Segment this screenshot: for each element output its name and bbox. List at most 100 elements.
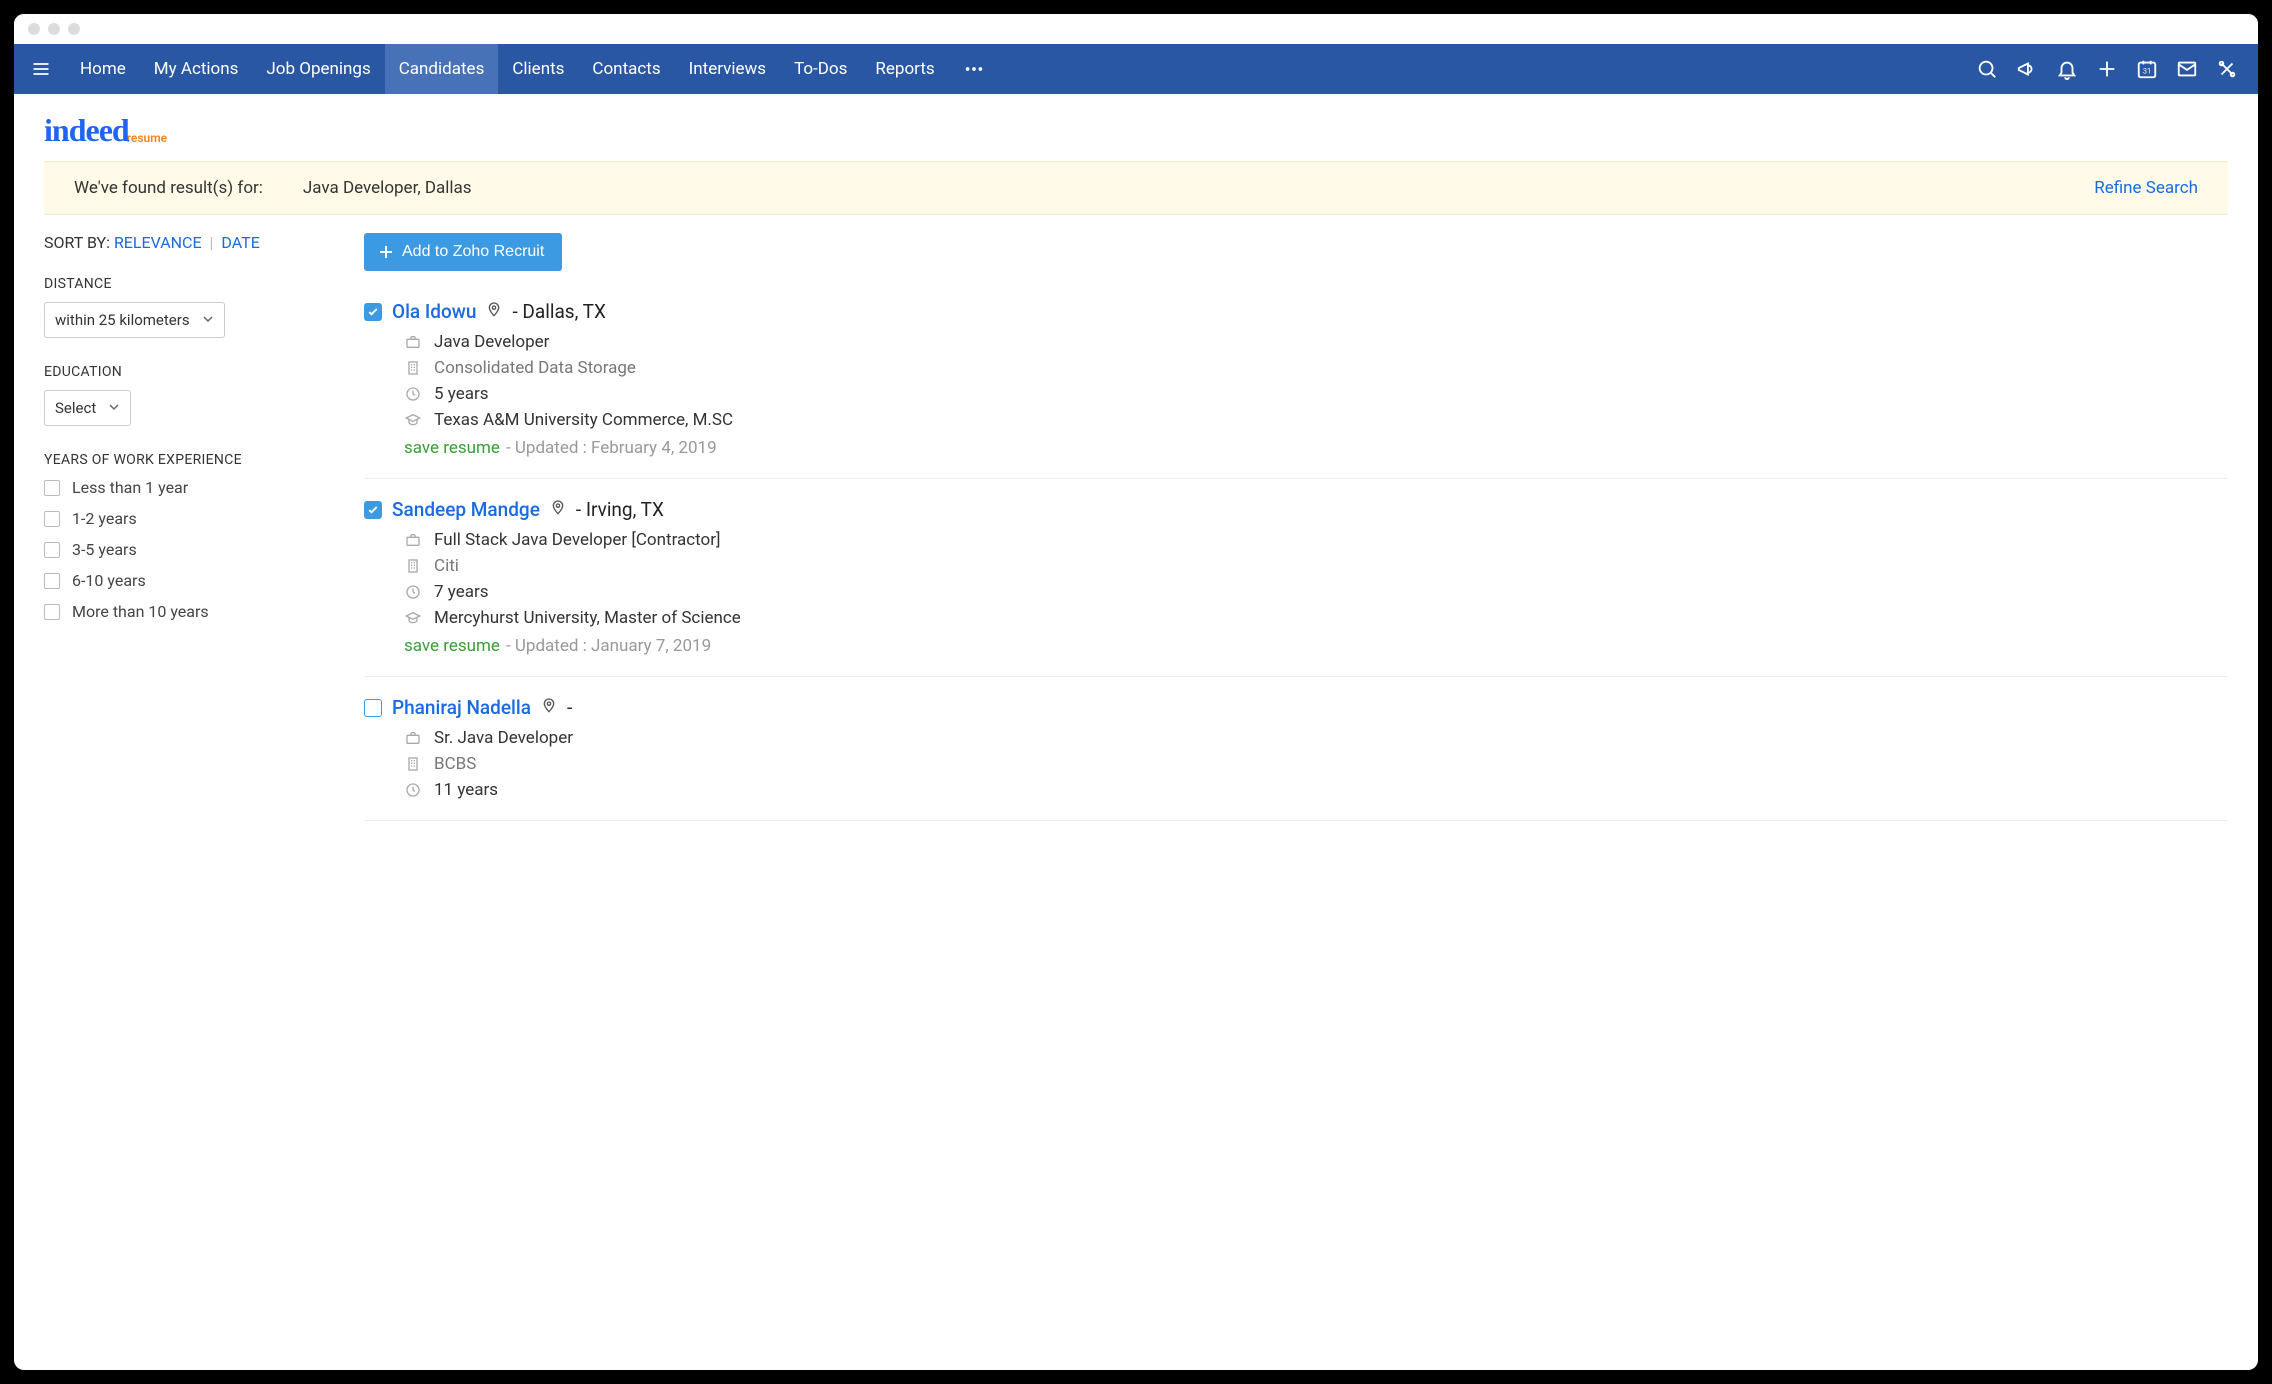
filter-experience: YEARS OF WORK EXPERIENCE Less than 1 yea… (44, 452, 334, 621)
filter-experience-label: YEARS OF WORK EXPERIENCE (44, 452, 334, 468)
candidate-company: Citi (434, 556, 459, 576)
checkbox-icon (44, 480, 60, 496)
sort-separator: | (210, 233, 214, 252)
nav-item-my-actions[interactable]: My Actions (140, 44, 253, 94)
education-select[interactable]: Select (44, 390, 131, 426)
experience-option-label: 1-2 years (72, 509, 137, 528)
nav-item-interviews[interactable]: Interviews (675, 44, 780, 94)
nav-item-contacts[interactable]: Contacts (578, 44, 674, 94)
candidate-company: BCBS (434, 754, 476, 774)
clock-icon (404, 386, 422, 402)
candidate-location: - (567, 696, 572, 719)
plus-icon[interactable] (2096, 58, 2118, 80)
checkbox-icon (44, 604, 60, 620)
candidate-title: Sr. Java Developer (434, 728, 573, 748)
experience-option[interactable]: More than 10 years (44, 602, 334, 621)
nav-right-icons: 31 (1976, 58, 2248, 80)
nav-more-icon[interactable] (949, 58, 999, 80)
candidate-checkbox[interactable] (364, 501, 382, 519)
candidate-checkbox[interactable] (364, 699, 382, 717)
candidate-checkbox[interactable] (364, 303, 382, 321)
location-pin-icon (550, 497, 566, 522)
candidate-name-link[interactable]: Ola Idowu (392, 300, 476, 323)
mail-icon[interactable] (2176, 58, 2198, 80)
filter-education: EDUCATION Select (44, 364, 334, 426)
candidate-experience: 7 years (434, 582, 489, 602)
education-select-value: Select (55, 399, 96, 417)
nav-item-candidates[interactable]: Candidates (385, 44, 499, 94)
experience-option-label: Less than 1 year (72, 478, 188, 497)
distance-select-value: within 25 kilometers (55, 311, 190, 329)
candidate-location: - Irving, TX (576, 498, 664, 521)
indeed-logo-text: indeed (44, 112, 129, 149)
nav-item-clients[interactable]: Clients (498, 44, 578, 94)
add-to-zoho-button[interactable]: Add to Zoho Recruit (364, 233, 562, 271)
nav-item-home[interactable]: Home (66, 44, 140, 94)
results-query: Java Developer, Dallas (303, 178, 472, 198)
candidate-card: Sandeep Mandge - Irving, TX Full Stack Jav… (364, 479, 2228, 677)
experience-option[interactable]: 6-10 years (44, 571, 334, 590)
save-resume-link[interactable]: save resume (404, 636, 500, 656)
candidate-card: Phaniraj Nadella-Sr. Java DeveloperBCBS1… (364, 677, 2228, 821)
location-pin-icon (541, 695, 557, 720)
refine-search-link[interactable]: Refine Search (2094, 178, 2198, 198)
nav-item-job-openings[interactable]: Job Openings (252, 44, 384, 94)
save-resume-link[interactable]: save resume (404, 438, 500, 458)
window-close-dot[interactable] (28, 23, 40, 35)
graduation-icon (404, 412, 422, 428)
distance-select[interactable]: within 25 kilometers (44, 302, 225, 338)
window-minimize-dot[interactable] (48, 23, 60, 35)
candidate-list: Ola Idowu - Dallas, TX Java Developer Conso… (364, 293, 2228, 821)
briefcase-icon (404, 730, 422, 746)
experience-option-label: 6-10 years (72, 571, 146, 590)
sort-label: SORT BY: (44, 233, 110, 252)
briefcase-icon (404, 532, 422, 548)
building-icon (404, 360, 422, 376)
filters-sidebar: SORT BY: RELEVANCE | DATE DISTANCE withi… (44, 233, 334, 647)
search-icon[interactable] (1976, 58, 1998, 80)
location-pin-icon (486, 299, 502, 324)
results-main: Add to Zoho Recruit Ola Idowu - Dallas, T… (364, 233, 2228, 821)
briefcase-icon (404, 334, 422, 350)
tools-icon[interactable] (2216, 58, 2238, 80)
svg-text:31: 31 (2143, 67, 2151, 76)
window-titlebar (14, 14, 2258, 44)
nav-item-reports[interactable]: Reports (861, 44, 948, 94)
window-zoom-dot[interactable] (68, 23, 80, 35)
candidate-company: Consolidated Data Storage (434, 358, 636, 378)
announce-icon[interactable] (2016, 58, 2038, 80)
experience-option[interactable]: 1-2 years (44, 509, 334, 528)
sort-relevance-link[interactable]: RELEVANCE (114, 233, 202, 252)
candidate-education: Mercyhurst University, Master of Science (434, 608, 741, 628)
menu-icon[interactable] (24, 52, 58, 86)
bell-icon[interactable] (2056, 58, 2078, 80)
calendar-icon[interactable]: 31 (2136, 58, 2158, 80)
checkbox-icon (44, 511, 60, 527)
plus-icon (378, 244, 394, 260)
clock-icon (404, 584, 422, 600)
logo-row: indeed resume (14, 94, 2258, 161)
experience-option-label: 3-5 years (72, 540, 137, 559)
candidate-name-link[interactable]: Sandeep Mandge (392, 498, 540, 521)
candidate-card: Ola Idowu - Dallas, TX Java Developer Conso… (364, 293, 2228, 479)
filter-distance-label: DISTANCE (44, 276, 334, 292)
building-icon (404, 756, 422, 772)
candidate-experience: 5 years (434, 384, 489, 404)
filter-education-label: EDUCATION (44, 364, 334, 380)
chevron-down-icon (202, 311, 214, 329)
experience-option[interactable]: 3-5 years (44, 540, 334, 559)
candidate-location: - Dallas, TX (512, 300, 605, 323)
candidate-title: Full Stack Java Developer [Contractor] (434, 530, 721, 550)
sort-date-link[interactable]: DATE (221, 233, 259, 252)
experience-option[interactable]: Less than 1 year (44, 478, 334, 497)
clock-icon (404, 782, 422, 798)
filter-distance: DISTANCE within 25 kilometers (44, 276, 334, 338)
candidate-title: Java Developer (434, 332, 549, 352)
app-window: HomeMy ActionsJob OpeningsCandidatesClie… (14, 14, 2258, 1370)
nav-item-to-dos[interactable]: To-Dos (780, 44, 861, 94)
checkbox-icon (44, 573, 60, 589)
candidate-name-link[interactable]: Phaniraj Nadella (392, 696, 531, 719)
graduation-icon (404, 610, 422, 626)
indeed-logo-subtext: resume (127, 131, 167, 145)
top-nav: HomeMy ActionsJob OpeningsCandidatesClie… (14, 44, 2258, 94)
